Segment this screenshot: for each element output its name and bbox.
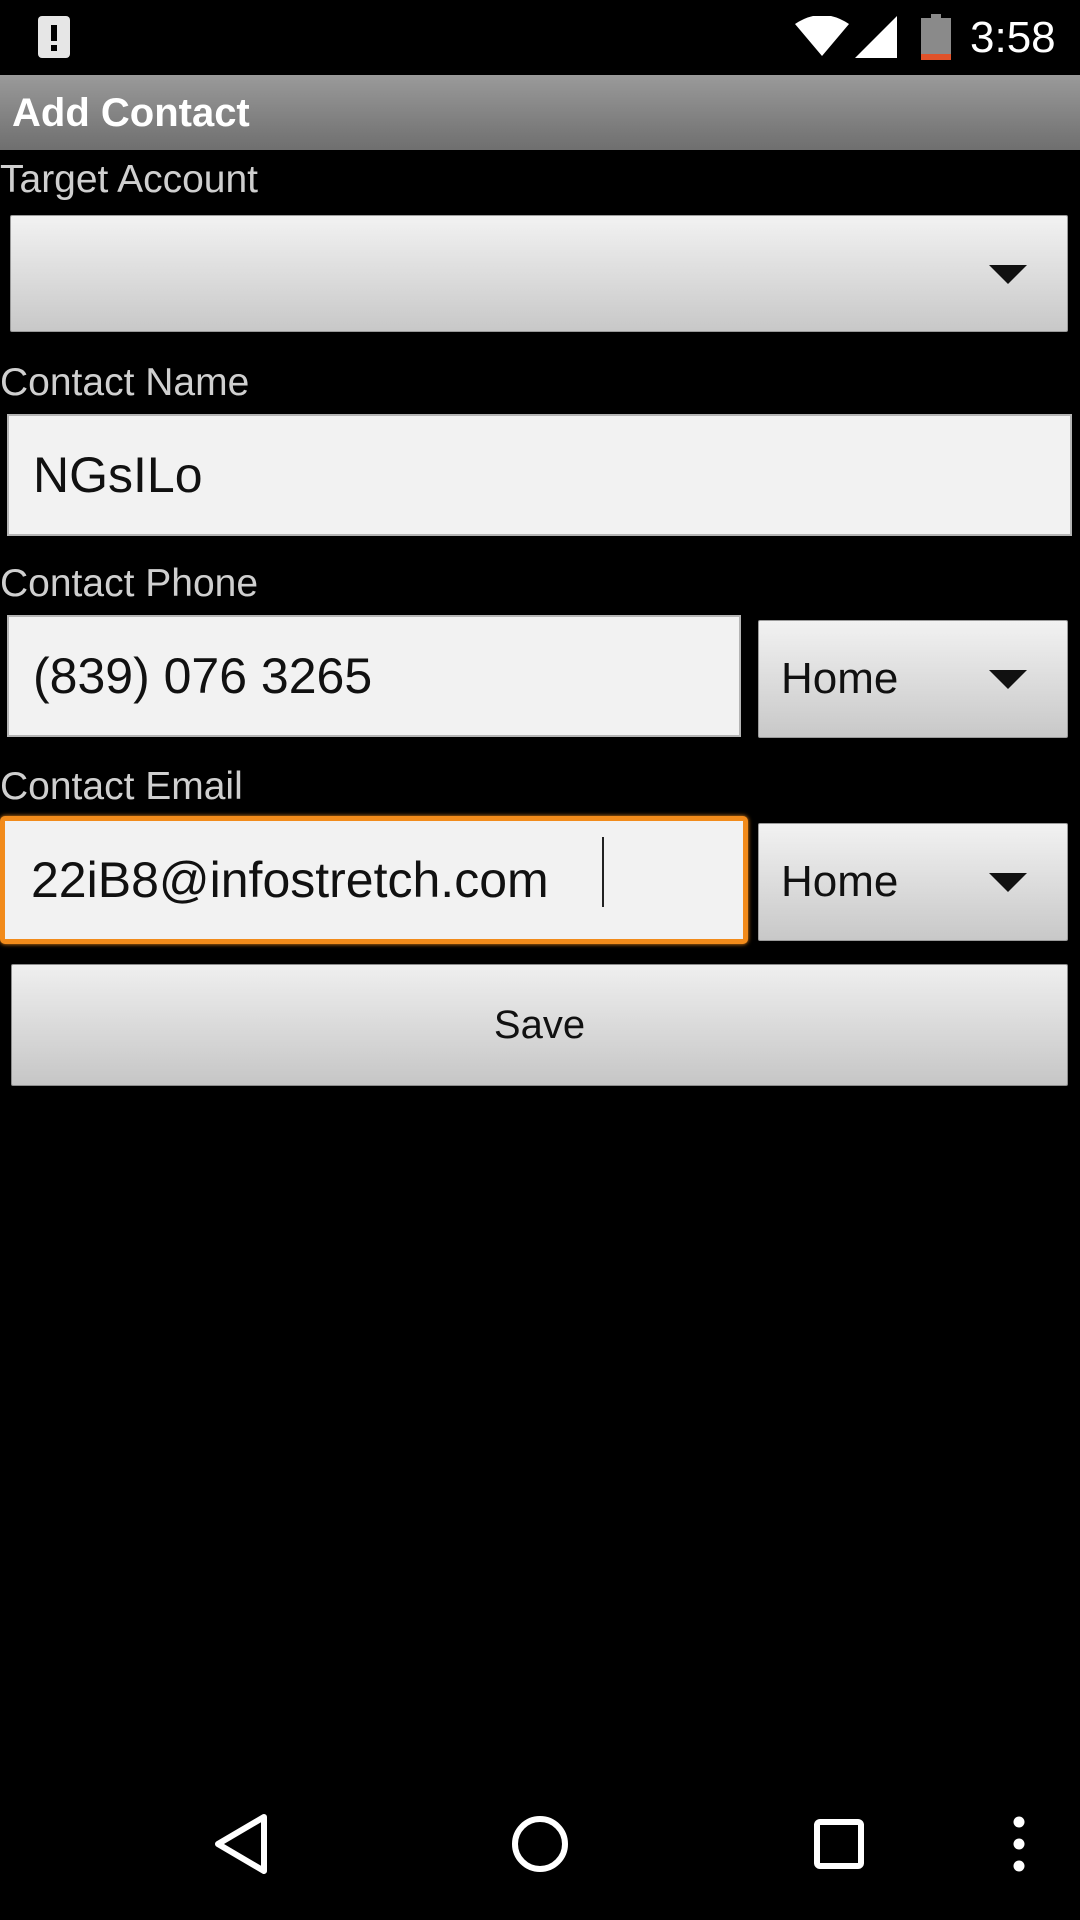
battery-icon	[921, 14, 951, 60]
recents-icon[interactable]	[814, 1819, 864, 1869]
phone-type-spinner[interactable]: Home	[758, 620, 1068, 738]
contact-email-field-container	[0, 816, 748, 944]
action-bar: Add Contact	[0, 75, 1080, 150]
signal-icon	[855, 16, 897, 58]
target-account-label: Target Account	[0, 158, 258, 201]
contact-name-label: Contact Name	[0, 361, 250, 404]
notification-alert-icon	[38, 16, 70, 58]
back-icon[interactable]	[212, 1813, 268, 1875]
home-icon[interactable]	[511, 1815, 569, 1873]
email-type-selected: Home	[781, 857, 899, 906]
overflow-menu-icon[interactable]	[1010, 1815, 1028, 1873]
contact-phone-field-container	[7, 615, 741, 737]
status-bar: 3:58	[0, 0, 1080, 75]
wifi-icon	[795, 16, 849, 56]
text-cursor	[602, 837, 604, 907]
chevron-down-icon	[989, 264, 1027, 284]
contact-name-field-container	[7, 414, 1072, 536]
contact-phone-input[interactable]	[9, 617, 739, 735]
chevron-down-icon	[989, 670, 1027, 689]
status-time: 3:58	[970, 13, 1056, 62]
navigation-bar	[0, 1785, 1080, 1920]
contact-email-label: Contact Email	[0, 765, 243, 808]
target-account-spinner[interactable]	[10, 215, 1068, 332]
contact-phone-label: Contact Phone	[0, 562, 259, 605]
contact-name-input[interactable]	[9, 416, 1070, 534]
page-title: Add Contact	[12, 91, 250, 135]
contact-email-input[interactable]	[5, 821, 743, 939]
email-type-spinner[interactable]: Home	[758, 823, 1068, 941]
save-button[interactable]: Save	[11, 964, 1068, 1086]
chevron-down-icon	[989, 873, 1027, 892]
phone-type-selected: Home	[781, 654, 899, 703]
